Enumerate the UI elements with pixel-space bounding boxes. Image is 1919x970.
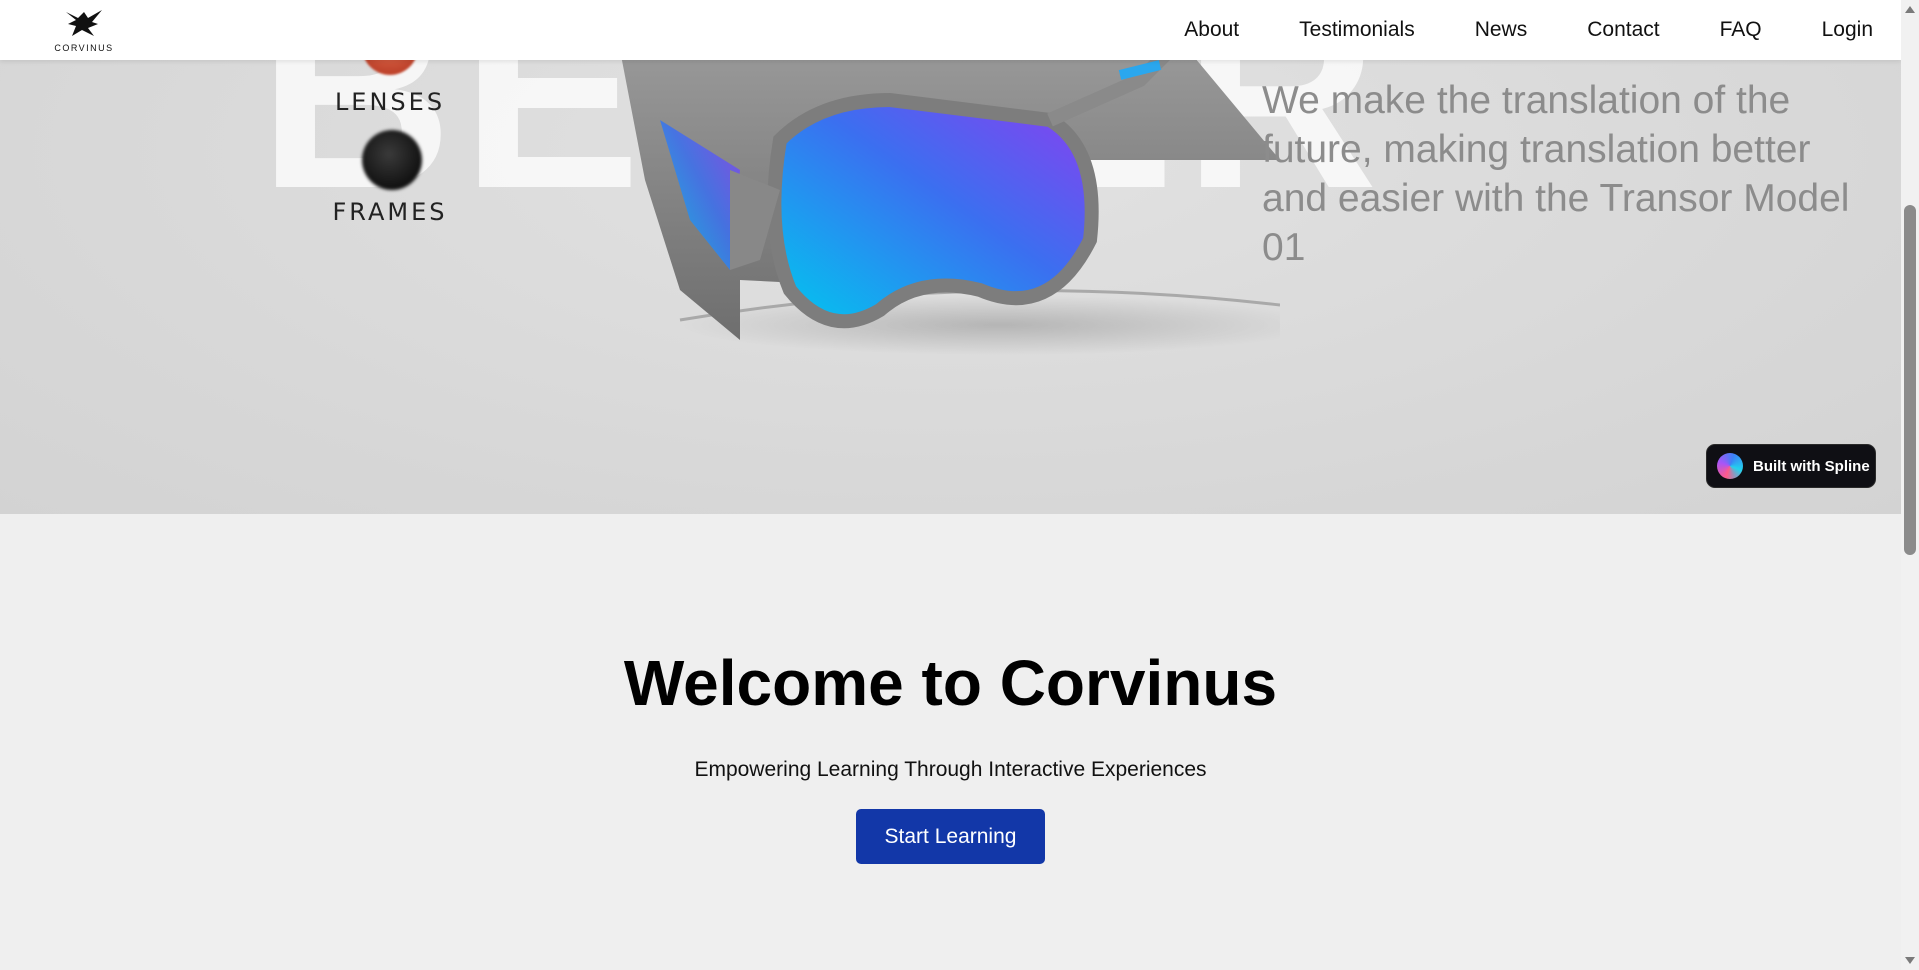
nav-link-about[interactable]: About: [1184, 18, 1239, 42]
scrollbar-thumb[interactable]: [1904, 205, 1916, 555]
page-title: Welcome to Corvinus: [623, 647, 1278, 719]
crow-logo-icon: [66, 10, 102, 36]
nav-link-login[interactable]: Login: [1822, 18, 1873, 42]
scroll-down-arrow-icon[interactable]: [1905, 957, 1915, 964]
vertical-scrollbar[interactable]: [1901, 0, 1919, 970]
sunglasses-model-icon: [621, 60, 1280, 355]
welcome-subtitle: Empowering Learning Through Interactive …: [694, 758, 1207, 781]
lenses-option-label[interactable]: LENSES: [330, 88, 450, 116]
logo[interactable]: CORVINUS: [52, 8, 116, 56]
hero-3d-scene[interactable]: BETTER LENSES FRAMES: [0, 60, 1901, 514]
welcome-section: Welcome to Corvinus Empowering Learning …: [0, 514, 1901, 970]
nav-link-news[interactable]: News: [1475, 18, 1528, 42]
nav-links: About Testimonials News Contact FAQ Logi…: [1124, 0, 1873, 60]
built-with-spline-badge[interactable]: Built with Spline: [1706, 444, 1876, 488]
start-learning-button[interactable]: Start Learning: [856, 809, 1045, 864]
spline-logo-icon: [1717, 453, 1743, 479]
nav-link-faq[interactable]: FAQ: [1720, 18, 1762, 42]
nav-link-contact[interactable]: Contact: [1587, 18, 1659, 42]
nav-link-testimonials[interactable]: Testimonials: [1299, 18, 1415, 42]
frames-option-label[interactable]: FRAMES: [330, 198, 450, 226]
scroll-up-arrow-icon[interactable]: [1905, 6, 1915, 13]
navbar: CORVINUS About Testimonials News Contact…: [0, 0, 1901, 60]
page: CORVINUS About Testimonials News Contact…: [0, 0, 1901, 970]
spline-badge-label: Built with Spline: [1753, 457, 1870, 475]
hero-tagline: We make the translation of the future, m…: [1262, 79, 1850, 269]
logo-text: CORVINUS: [54, 43, 114, 53]
frame-color-swatch[interactable]: [362, 130, 422, 190]
